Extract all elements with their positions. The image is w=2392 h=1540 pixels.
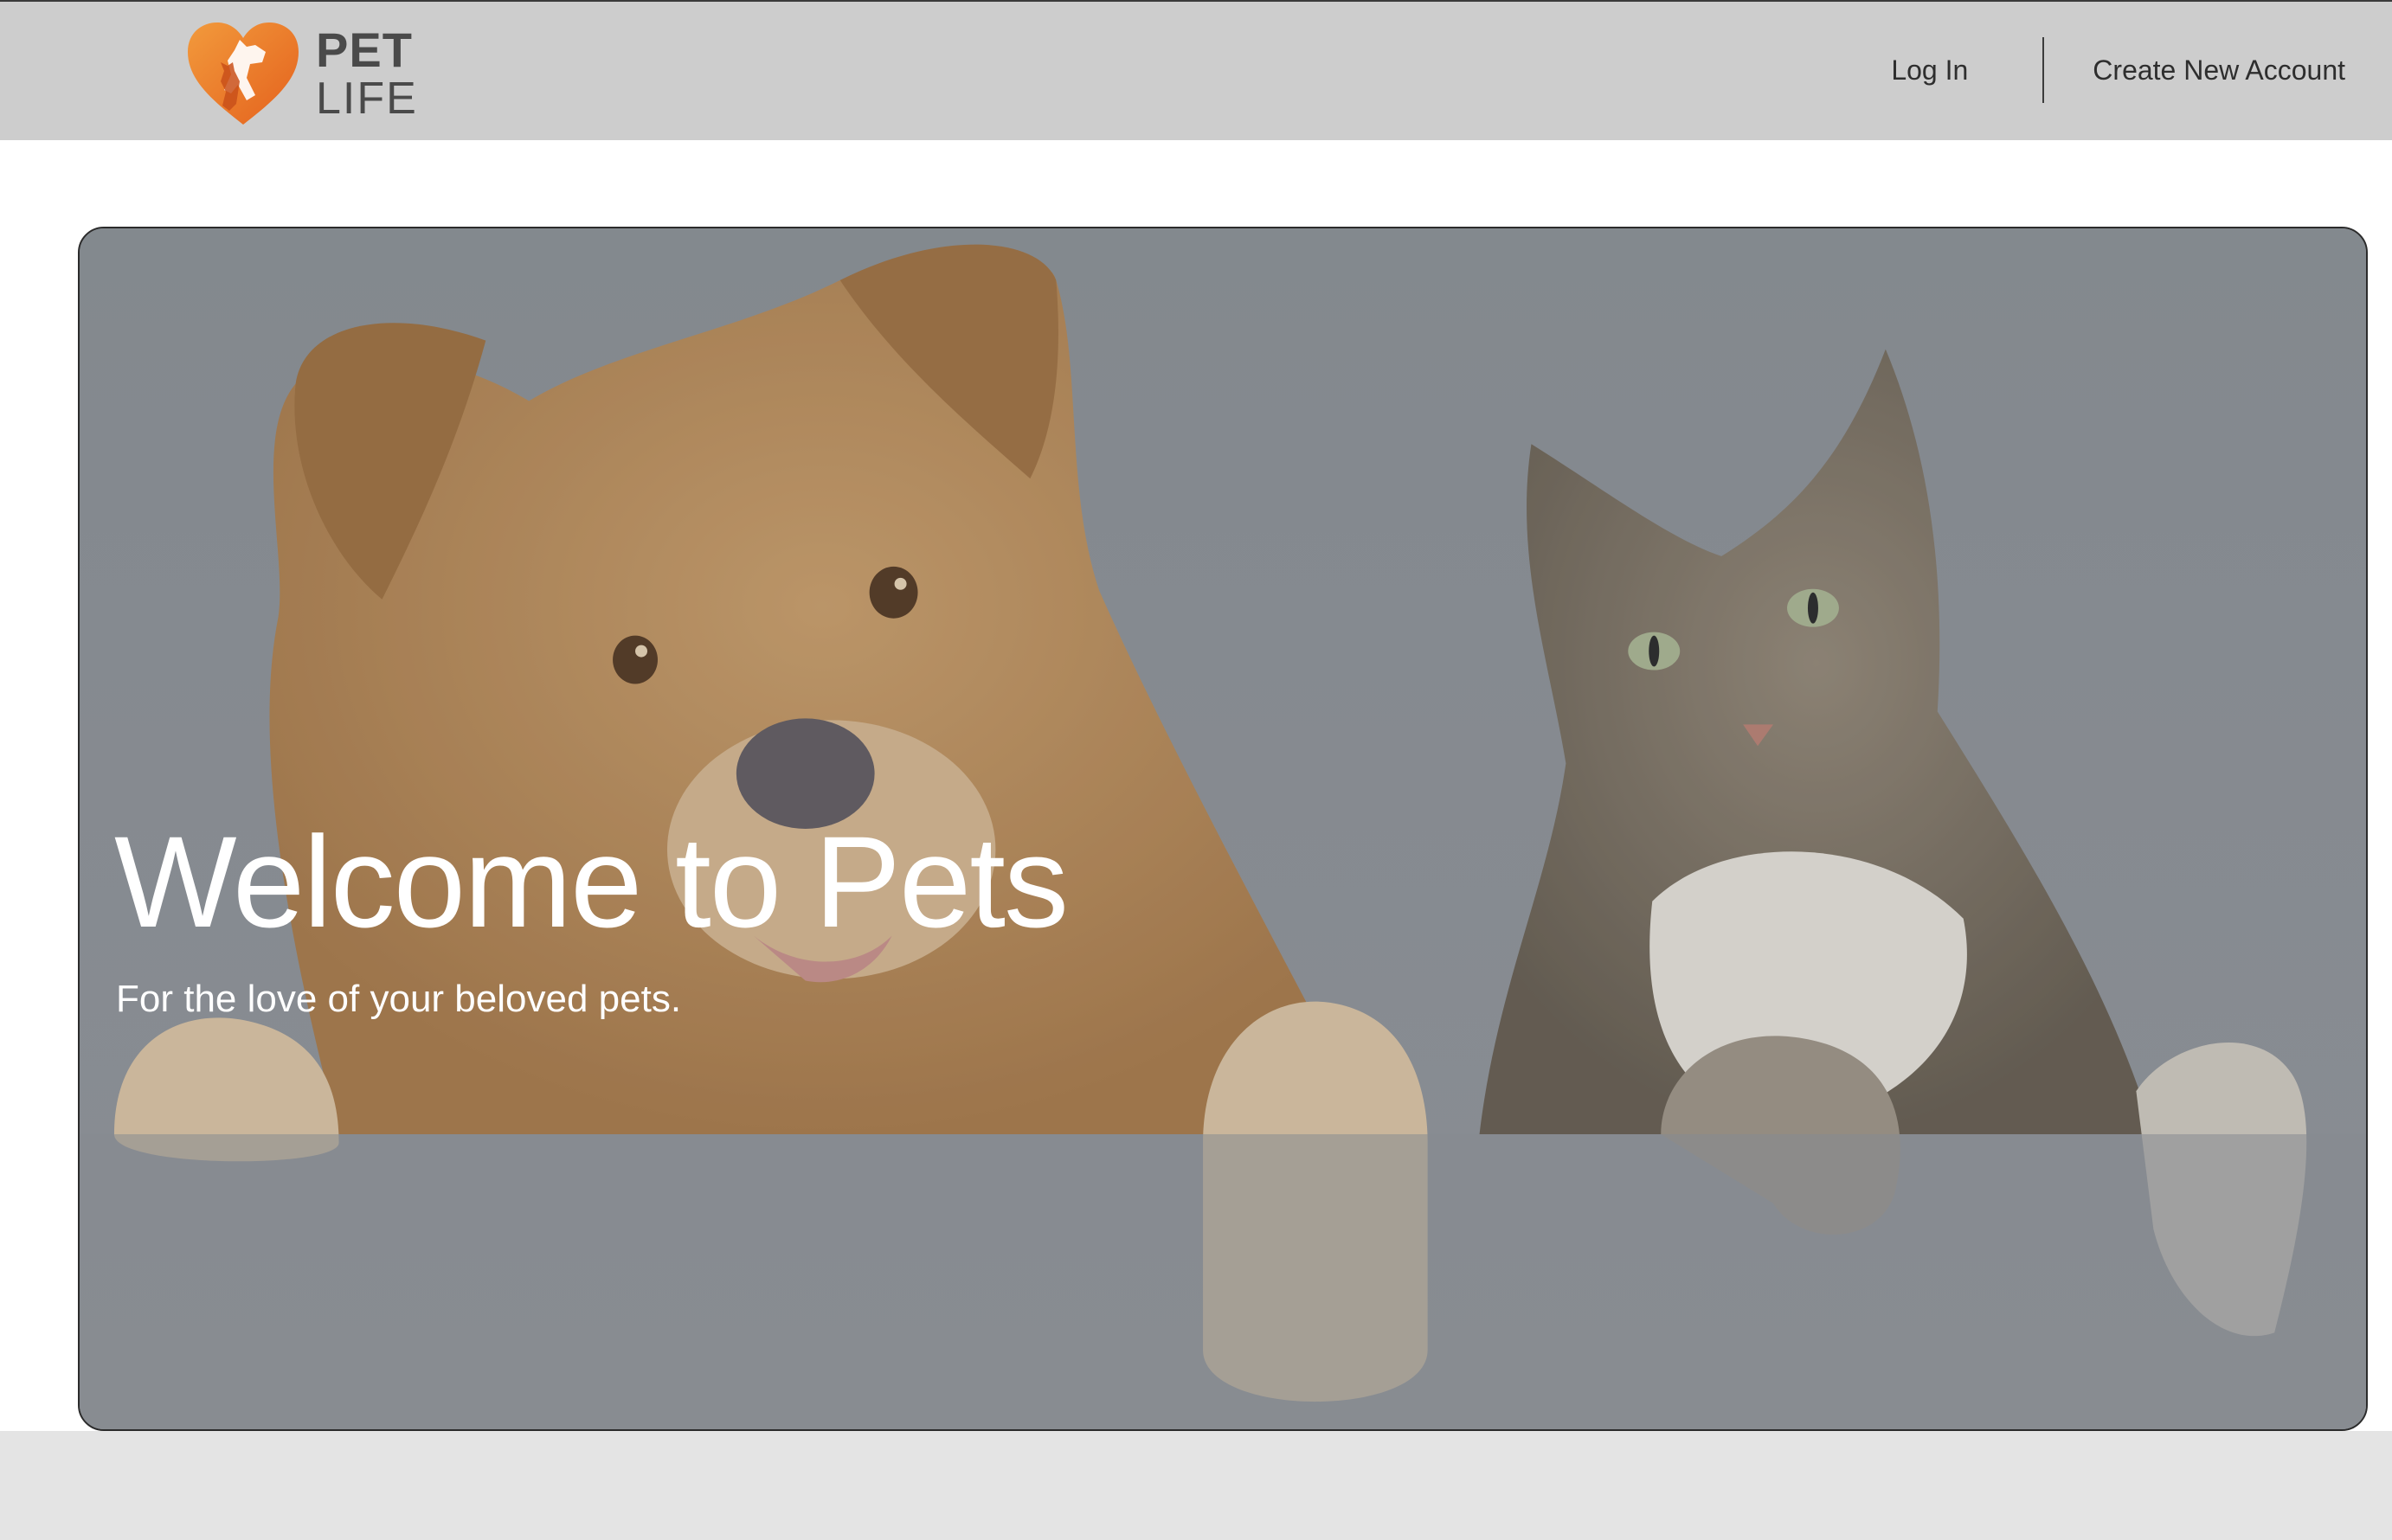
header-nav: Log In Create New Account: [1891, 35, 2345, 106]
create-account-link[interactable]: Create New Account: [2093, 55, 2345, 87]
login-link[interactable]: Log In: [1891, 55, 1968, 87]
hero-subtitle: For the love of your beloved pets.: [116, 978, 682, 1020]
hero-banner: Welcome to Pets For the love of your bel…: [78, 227, 2368, 1431]
site-header: PET LIFE Log In Create New Account: [0, 0, 2392, 140]
footer-band: [0, 1431, 2392, 1540]
hero-title: Welcome to Pets: [114, 809, 1069, 954]
logo-wordmark: PET LIFE: [316, 22, 418, 124]
logo-text-life: LIFE: [316, 73, 418, 124]
logo-text-pet: PET: [316, 22, 413, 77]
logo-link[interactable]: PET LIFE: [186, 19, 418, 127]
nav-divider: [2042, 37, 2045, 103]
heart-pet-logo-icon: [188, 22, 299, 125]
